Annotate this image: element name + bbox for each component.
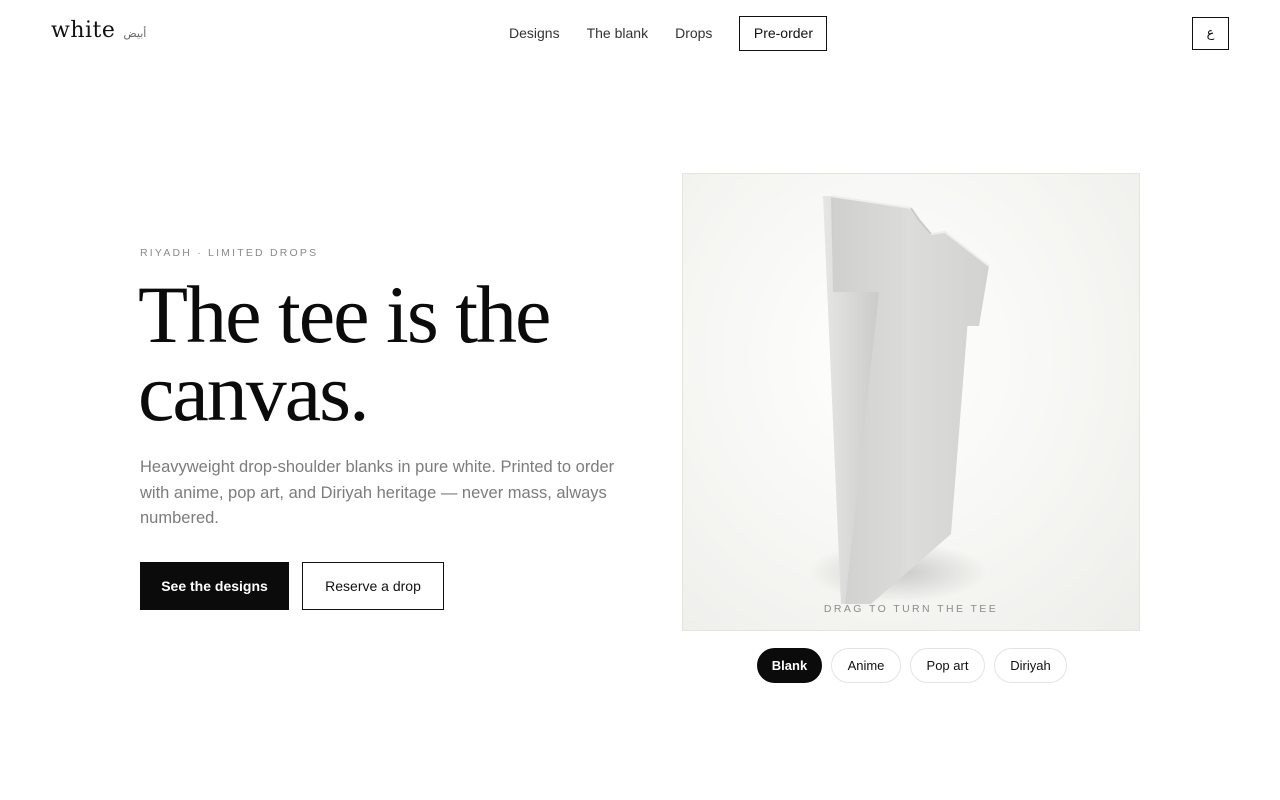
brand-name: white [51, 18, 116, 43]
hero-description: Heavyweight drop-shoulder blanks in pure… [140, 458, 615, 527]
hero-eyebrow: RIYADH · LIMITED DROPS [140, 247, 319, 259]
style-chip-anime[interactable]: Anime [831, 648, 901, 683]
site-header: white أبيض Designs The blank Drops Pre-o… [0, 0, 1280, 66]
hero-headline: The tee is the canvas. [138, 274, 608, 434]
drag-hint: DRAG TO TURN THE TEE [823, 603, 999, 615]
style-selector: Blank Anime Pop art Diriyah [757, 648, 1067, 683]
nav-link-drops[interactable]: Drops [675, 25, 712, 41]
main-nav: Designs The blank Drops Pre-order [509, 15, 828, 51]
style-chip-pop-art[interactable]: Pop art [910, 648, 985, 683]
tee-3d-viewer[interactable]: DRAG TO TURN THE TEE [682, 173, 1140, 631]
brand-name-arabic: أبيض [123, 27, 147, 40]
nav-link-designs[interactable]: Designs [509, 25, 560, 41]
nav-link-the-blank[interactable]: The blank [587, 25, 648, 41]
see-designs-button[interactable]: See the designs [140, 562, 289, 610]
reserve-drop-button[interactable]: Reserve a drop [302, 562, 444, 610]
preorder-button[interactable]: Pre-order [739, 15, 828, 51]
headline-line-2: canvas. [138, 347, 370, 438]
style-chip-blank[interactable]: Blank [757, 648, 822, 683]
tee-model-icon [808, 195, 990, 604]
brand-logo[interactable]: white أبيض [51, 18, 146, 43]
language-toggle-button[interactable]: ع [1192, 17, 1229, 50]
style-chip-diriyah[interactable]: Diriyah [994, 648, 1067, 683]
